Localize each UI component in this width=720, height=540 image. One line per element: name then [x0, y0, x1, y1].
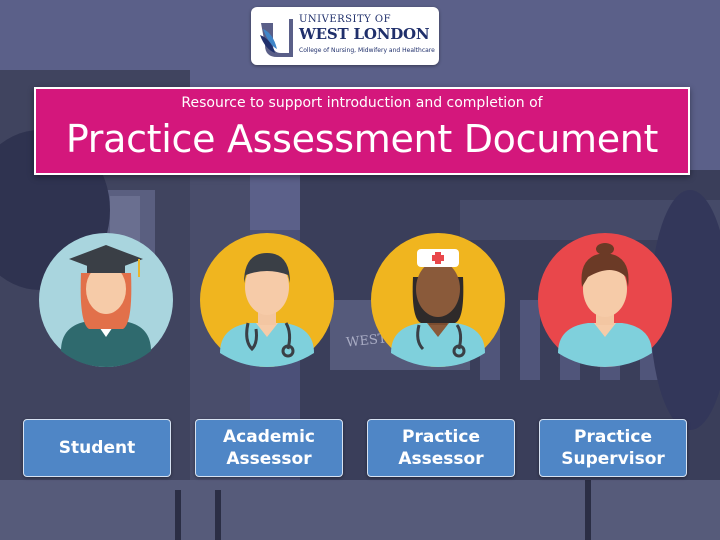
student-graduate-icon — [39, 233, 173, 367]
practice-supervisor-button[interactable]: Practice Supervisor — [539, 419, 687, 477]
practice-assessor-nurse-icon — [371, 233, 505, 367]
page-title: Practice Assessment Document — [65, 117, 659, 161]
academic-assessor-icon — [200, 233, 334, 367]
banner-subtitle: Resource to support introduction and com… — [181, 95, 543, 111]
student-button[interactable]: Student — [23, 419, 171, 477]
logo-college-name: College of Nursing, Midwifery and Health… — [299, 47, 435, 54]
practice-assessor-button[interactable]: Practice Assessor — [367, 419, 515, 477]
academic-assessor-button[interactable]: Academic Assessor — [195, 419, 343, 477]
logo-west-london: WEST LONDON — [299, 25, 430, 43]
university-logo: UNIVERSITY OF WEST LONDON College of Nur… — [251, 7, 439, 65]
practice-supervisor-icon — [538, 233, 672, 367]
logo-university-of: UNIVERSITY OF — [299, 14, 392, 25]
title-banner: Resource to support introduction and com… — [34, 87, 690, 175]
university-crest-icon — [260, 19, 293, 57]
